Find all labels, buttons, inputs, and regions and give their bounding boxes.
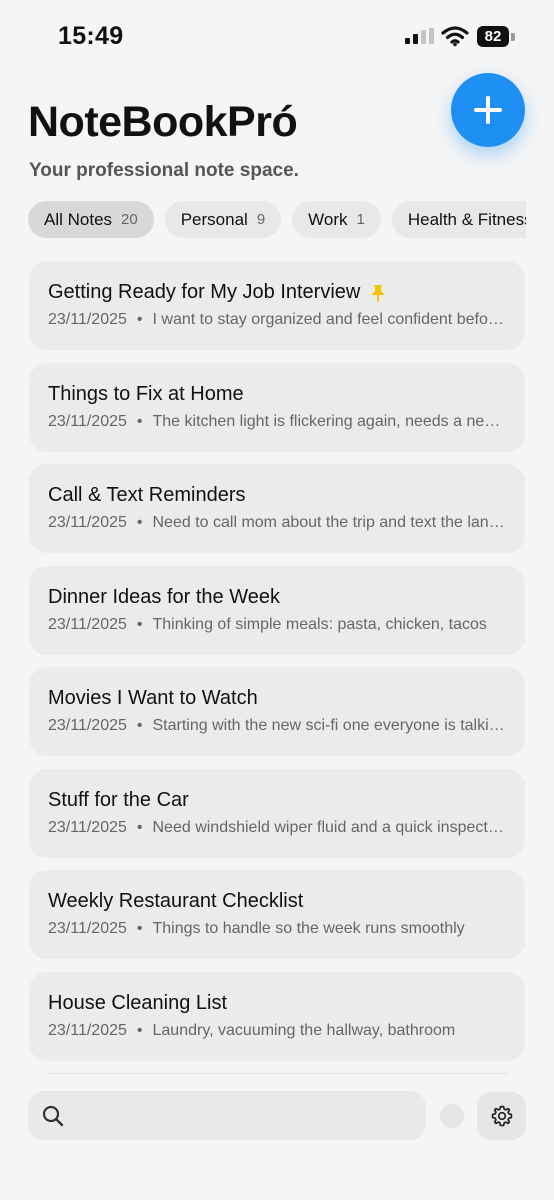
wifi-icon [441,26,469,47]
screen: 15:49 82 NoteBookPró Your professional n… [0,0,554,1200]
note-meta: 23/11/2025 • Laundry, vacuuming the hallwa… [48,1022,506,1040]
note-meta: 23/11/2025 • The kitchen light is flickeri… [48,413,506,431]
note-card[interactable]: Dinner Ideas for the Week 23/11/2025 • Thi… [29,565,525,655]
note-card[interactable]: Call & Text Reminders 23/11/2025 • Need to… [29,464,525,553]
note-preview: Need windshield wiper fluid and a quick … [152,818,507,836]
chip-health-fitness[interactable]: Health & Fitness [391,201,526,238]
note-card[interactable]: House Cleaning List 23/11/2025 • Laundry, … [29,971,525,1061]
note-title-row: Weekly Restaurant Checklist [48,890,506,913]
note-date: 23/11/2025 [48,717,127,734]
note-preview: Laundry, vacuuming the hallway, bathroom [152,1021,456,1039]
note-title-row: House Cleaning List [48,992,506,1015]
note-preview: Things to handle so the week runs smooth… [152,920,465,937]
battery-indicator: 82 [477,26,515,47]
note-date: 23/11/2025 [48,1021,127,1039]
note-title-row: Stuff for the Car [48,789,506,812]
note-title: Dinner Ideas for the Week [48,585,280,608]
chip-count: 9 [256,211,266,228]
note-title-row: Dinner Ideas for the Week [48,586,506,609]
list-divider [48,1073,508,1074]
sync-indicator [440,1104,464,1128]
note-meta: 23/11/2025 • Things to handle so the week … [48,920,506,938]
note-date: 23/11/2025 [48,615,127,633]
note-preview: I want to stay organized and feel confid… [152,311,507,328]
note-title: Things to Fix at Home [48,382,244,405]
search-icon [42,1105,64,1126]
chip-count: 20 [121,211,138,228]
note-title: Getting Ready for My Job Interview [48,281,361,303]
note-date: 23/11/2025 [48,311,127,328]
meta-separator: • [136,818,143,836]
note-date: 23/11/2025 [48,514,127,531]
note-card[interactable]: Movies I Want to Watch 23/11/2025 • Starti… [29,667,525,756]
note-title-row: Things to Fix at Home [48,383,506,406]
note-title: Weekly Restaurant Checklist [48,890,304,912]
battery-level: 82 [477,26,509,47]
meta-separator: • [136,1021,143,1039]
note-card[interactable]: Weekly Restaurant Checklist 23/11/2025 • T… [29,870,525,959]
note-preview: Need to call mom about the trip and text… [152,514,507,531]
note-card[interactable]: Getting Ready for My Job Interview 23/11… [29,261,525,350]
app-title: NoteBookPró [28,98,298,146]
notes-list: Getting Ready for My Job Interview 23/11… [29,261,525,1073]
note-meta: 23/11/2025 • Need to call mom about the tr… [48,514,506,532]
note-card[interactable]: Stuff for the Car 23/11/2025 • Need windsh… [29,768,525,858]
note-date: 23/11/2025 [48,818,127,836]
note-preview: The kitchen light is flickering again, n… [152,412,507,430]
note-title-row: Call & Text Reminders [48,484,506,507]
note-meta: 23/11/2025 • I want to stay organized and … [48,311,506,329]
note-title: Stuff for the Car [48,788,189,811]
category-filter: All Notes 20 Personal 9 Work 1 Health & … [28,201,526,238]
app-subtitle: Your professional note space. [29,160,299,181]
chip-label: All Notes [44,209,113,229]
note-meta: 23/11/2025 • Need windshield wiper fluid a… [48,819,506,837]
plus-icon [474,96,502,124]
add-note-button[interactable] [451,73,525,147]
note-title: House Cleaning List [48,991,227,1014]
note-meta: 23/11/2025 • Starting with the new sci-fi … [48,717,506,735]
meta-separator: • [136,615,143,633]
note-meta: 23/11/2025 • Thinking of simple meals: pas… [48,616,506,634]
battery-cap [511,32,515,41]
note-title: Call & Text Reminders [48,484,246,506]
note-title-row: Getting Ready for My Job Interview [48,281,506,304]
chip-label: Personal [180,209,248,229]
chip-label: Work [308,209,348,229]
status-time: 15:49 [58,22,124,50]
chip-count: 1 [356,211,365,228]
note-date: 23/11/2025 [48,412,127,430]
status-bar: 15:49 82 [0,0,554,74]
meta-separator: • [136,514,143,531]
pin-icon [372,284,385,302]
note-preview: Thinking of simple meals: pasta, chicken… [152,615,487,633]
chip-all-notes[interactable]: All Notes 20 [28,201,154,238]
note-date: 23/11/2025 [48,920,127,937]
meta-separator: • [136,412,143,430]
note-card[interactable]: Things to Fix at Home 23/11/2025 • The kit… [29,362,525,452]
chip-label: Health & Fitness [407,209,526,229]
chip-personal[interactable]: Personal 9 [164,201,282,238]
cellular-signal-icon [405,28,434,44]
note-title-row: Movies I Want to Watch [48,687,506,710]
meta-separator: • [136,717,143,734]
search-bar[interactable] [28,1091,426,1140]
meta-separator: • [136,920,143,937]
settings-button[interactable] [477,1092,526,1140]
gear-icon [491,1105,512,1127]
meta-separator: • [136,311,143,328]
note-preview: Starting with the new sci-fi one everyon… [152,717,507,734]
chip-work[interactable]: Work 1 [292,201,381,238]
search-input[interactable] [76,1105,396,1126]
note-title: Movies I Want to Watch [48,687,258,709]
